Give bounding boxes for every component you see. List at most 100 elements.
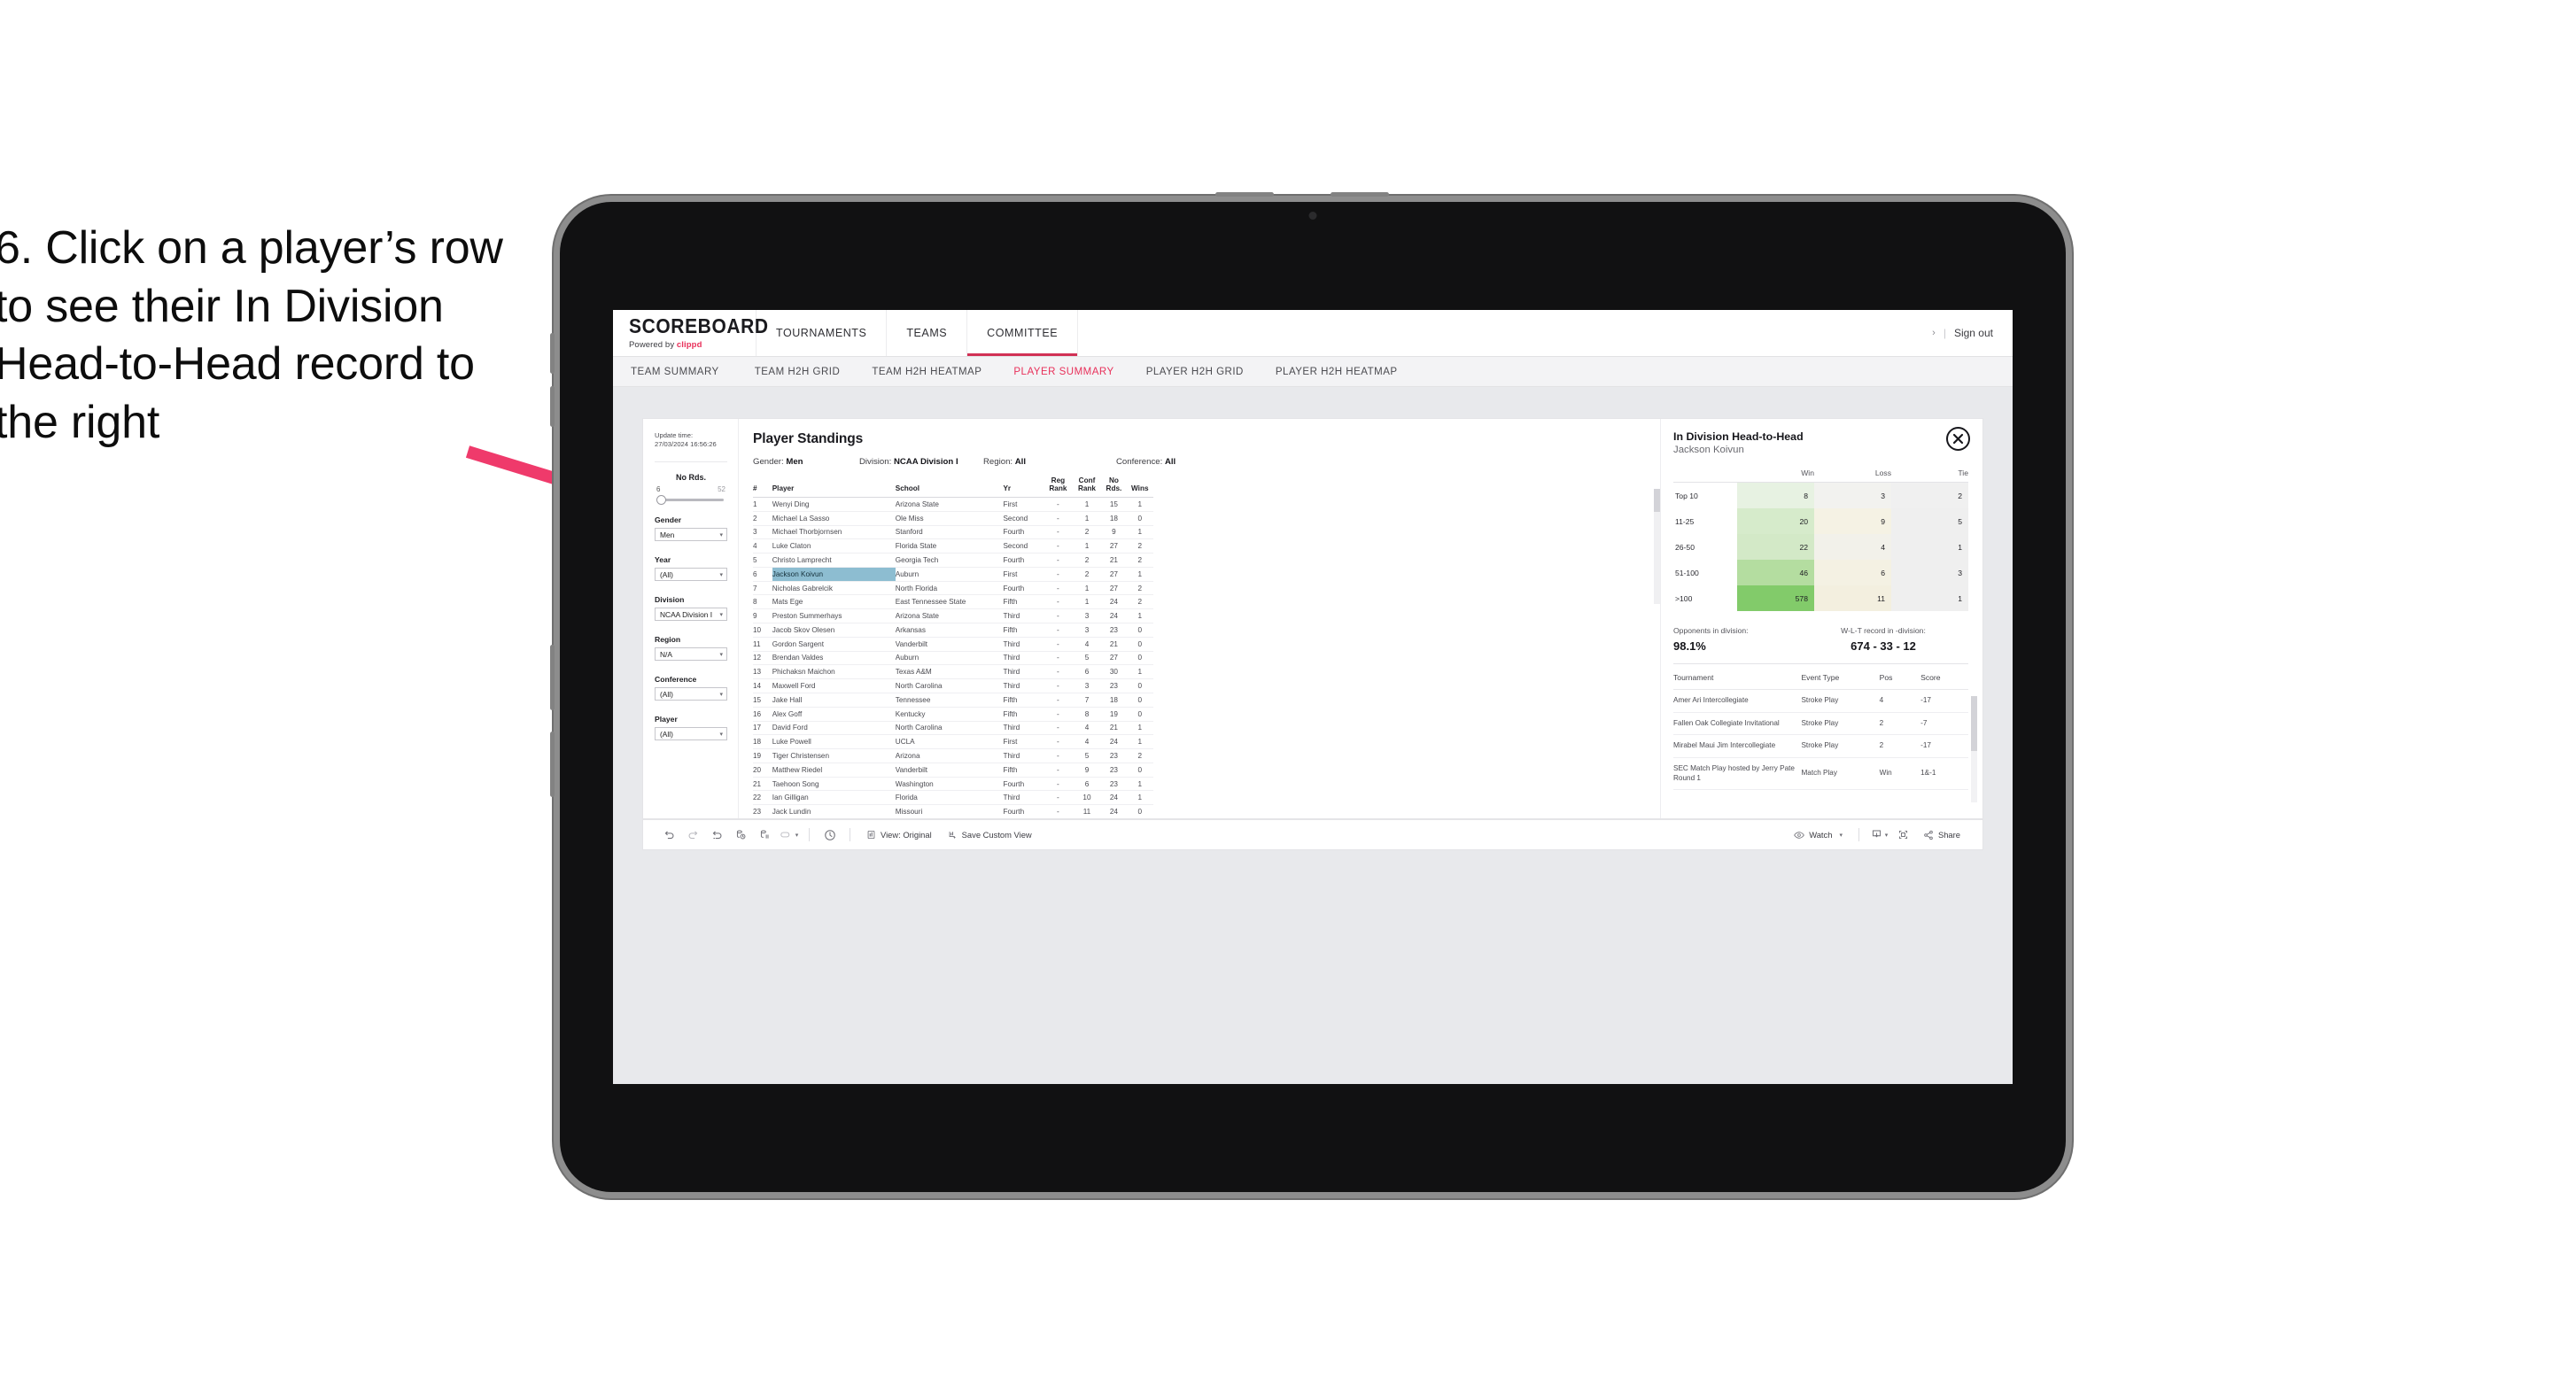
pause-data-icon[interactable] — [753, 829, 777, 840]
table-row[interactable]: 4 Luke Claton Florida State Second -1 27 2 — [753, 538, 1153, 554]
table-row[interactable]: 18 Luke Powell UCLA First -4 24 1 — [753, 734, 1153, 750]
column-header-player[interactable]: Player — [772, 476, 896, 498]
table-row[interactable]: 23 Jack Lundin Missouri Fourth -11 24 0 — [753, 804, 1153, 819]
tournament-row[interactable]: Mirabel Maui Jim Intercollegiate Stroke P… — [1673, 734, 1968, 758]
table-row[interactable]: 10 Jacob Skov Olesen Arkansas Fifth -3 23 0 — [753, 623, 1153, 638]
table-row[interactable]: 17 David Ford North Carolina Third -4 21 1 — [753, 721, 1153, 736]
tab-team-h2h-grid[interactable]: TEAM H2H GRID — [739, 367, 857, 377]
cell-conf: 3 — [1072, 678, 1102, 693]
table-row[interactable]: 5 Christo Lamprecht Georgia Tech Fourth -2 21… — [753, 553, 1153, 568]
slider-bounds: 6 52 — [655, 485, 727, 493]
cell-player: Gordon Sargent — [772, 637, 896, 652]
player-select[interactable]: (All) ▾ — [655, 727, 727, 740]
tournament-row[interactable]: SEC Match Play hosted by Jerry Pate Roun… — [1673, 757, 1968, 791]
table-row[interactable]: 21 Taehoon Song Washington Fourth -6 23 1 — [753, 777, 1153, 792]
tab-player-summary[interactable]: PLAYER SUMMARY — [997, 367, 1129, 377]
cell-reg: - — [1044, 567, 1073, 582]
table-header-row: # Player School Yr Reg Rank Conf Rank No Rds. Wins — [753, 476, 1153, 498]
tournament-scrollbar[interactable] — [1971, 696, 1977, 802]
table-row[interactable]: 2 Michael La Sasso Ole Miss Second -1 18 0 — [753, 511, 1153, 526]
nav-item-tournaments[interactable]: TOURNAMENTS — [757, 310, 888, 356]
cell-num: 11 — [753, 637, 772, 652]
cell-yr: Second — [1003, 538, 1044, 554]
table-row[interactable]: 11 Gordon Sargent Vanderbilt Third -4 21 0 — [753, 637, 1153, 652]
h2h-col-bucket — [1673, 468, 1737, 483]
standings-header: Player Standings Gender: Men Division: N… — [739, 419, 1660, 467]
table-row[interactable]: 20 Matthew Riedel Vanderbilt Fifth -9 23 0 — [753, 763, 1153, 778]
standings-vertical-scrollbar[interactable] — [1654, 489, 1660, 604]
column-header-reg-rank[interactable]: Reg Rank — [1044, 476, 1073, 498]
table-row[interactable]: 13 Phichaksn Maichon Texas A&M Third -6 30 1 — [753, 664, 1153, 680]
column-header-wins[interactable]: Wins — [1126, 476, 1153, 498]
table-row[interactable]: 15 Jake Hall Tennessee Fifth -7 18 0 — [753, 693, 1153, 708]
top-antenna-1 — [1215, 192, 1274, 197]
fullscreen-icon[interactable] — [1891, 829, 1915, 840]
cell-reg: - — [1044, 721, 1073, 736]
table-row[interactable]: 3 Michael Thorbjornsen Stanford Fourth -2 9 1 — [753, 525, 1153, 540]
table-row[interactable]: 6 Jackson Koivun Auburn First -2 27 1 — [753, 567, 1153, 582]
region-label: Region — [655, 635, 681, 644]
pause-auto-update-icon[interactable] — [818, 829, 842, 841]
cell-num: 12 — [753, 651, 772, 666]
volume-up-button[interactable] — [550, 333, 555, 374]
brand-logo[interactable]: SCOREBOARD Powered by clippd — [613, 310, 769, 356]
redo-icon[interactable] — [681, 829, 705, 840]
table-row[interactable]: 8 Mats Ege East Tennessee State Fifth -1 24 2 — [753, 594, 1153, 610]
nav-item-teams[interactable]: TEAMS — [887, 310, 968, 356]
tournament-row[interactable]: Amer Ari Intercollegiate Stroke Play 4 -17 — [1673, 689, 1968, 713]
column-header-[interactable]: # — [753, 476, 772, 498]
column-header-conf-rank[interactable]: Conf Rank — [1072, 476, 1102, 498]
cell-yr: Third — [1003, 721, 1044, 736]
toolbar-divider-3 — [1858, 828, 1859, 841]
undo-icon[interactable] — [657, 829, 681, 840]
cell-conf: 2 — [1072, 525, 1102, 540]
table-row[interactable]: 22 Ian Gilligan Florida Third -10 24 1 — [753, 790, 1153, 806]
year-select[interactable]: (All) ▾ — [655, 568, 727, 581]
cell-wins: 2 — [1126, 553, 1153, 568]
highlight-icon[interactable]: ▾ — [777, 829, 801, 840]
slider-handle[interactable] — [656, 494, 666, 505]
cell-rds: 18 — [1101, 511, 1127, 526]
tab-team-h2h-heatmap[interactable]: TEAM H2H HEATMAP — [856, 367, 997, 377]
chevron-right-icon[interactable]: › — [1932, 328, 1936, 338]
region-select[interactable]: N/A ▾ — [655, 647, 727, 661]
filter-region: Region N/A ▾ — [655, 635, 727, 661]
table-row[interactable]: 16 Alex Goff Kentucky Fifth -8 19 0 — [753, 707, 1153, 722]
brand-title: SCOREBOARD — [629, 314, 769, 337]
table-row[interactable]: 9 Preston Summerhays Arizona State Third -3 2… — [753, 608, 1153, 624]
tournament-row[interactable]: Fallen Oak Collegiate Invitational Stroke… — [1673, 712, 1968, 736]
division-select[interactable]: NCAA Division I ▾ — [655, 608, 727, 621]
table-row[interactable]: 14 Maxwell Ford North Carolina Third -3 23 0 — [753, 678, 1153, 693]
view-original-button[interactable]: View: Original — [858, 830, 940, 840]
close-icon[interactable] — [1946, 427, 1970, 451]
column-header-school[interactable]: School — [895, 476, 1004, 498]
header-divider: | — [1943, 327, 1946, 339]
watch-button[interactable]: Watch ▾ — [1786, 830, 1851, 840]
column-header-yr[interactable]: Yr — [1003, 476, 1044, 498]
column-header-no-rds[interactable]: No Rds. — [1101, 476, 1127, 498]
revert-icon[interactable] — [705, 829, 729, 840]
refresh-data-icon[interactable] — [729, 829, 753, 840]
cell-conf: 6 — [1072, 664, 1102, 680]
gender-select[interactable]: Men ▾ — [655, 528, 727, 541]
sign-out-link[interactable]: Sign out — [1954, 327, 1993, 339]
cell-school: Missouri — [895, 804, 1004, 819]
tour-cell-tournament: Mirabel Maui Jim Intercollegiate — [1673, 734, 1802, 758]
tour-cell-pos: 2 — [1879, 712, 1921, 736]
download-icon[interactable]: ▾ — [1867, 829, 1891, 840]
table-row[interactable]: 1 Wenyi Ding Arizona State First -1 15 1 — [753, 497, 1153, 512]
tab-player-h2h-grid[interactable]: PLAYER H2H GRID — [1130, 367, 1260, 377]
cell-yr: Third — [1003, 637, 1044, 652]
table-row[interactable]: 19 Tiger Christensen Arizona Third -5 23 2 — [753, 748, 1153, 763]
tab-player-h2h-heatmap[interactable]: PLAYER H2H HEATMAP — [1260, 367, 1414, 377]
conference-select[interactable]: (All) ▾ — [655, 687, 727, 701]
table-row[interactable]: 7 Nicholas Gabrelcik North Florida Fourth -1… — [753, 581, 1153, 596]
nav-item-committee[interactable]: COMMITTEE — [967, 310, 1079, 356]
volume-down-button[interactable] — [550, 386, 555, 427]
table-row[interactable]: 12 Brendan Valdes Auburn Third -5 27 0 — [753, 651, 1153, 666]
no-rds-slider[interactable] — [656, 494, 724, 505]
save-custom-view-button[interactable]: Save Custom View — [940, 830, 1040, 840]
share-button[interactable]: Share — [1915, 830, 1968, 840]
h2h-cell-bucket: 51-100 — [1673, 560, 1737, 585]
tab-team-summary[interactable]: TEAM SUMMARY — [631, 367, 739, 377]
